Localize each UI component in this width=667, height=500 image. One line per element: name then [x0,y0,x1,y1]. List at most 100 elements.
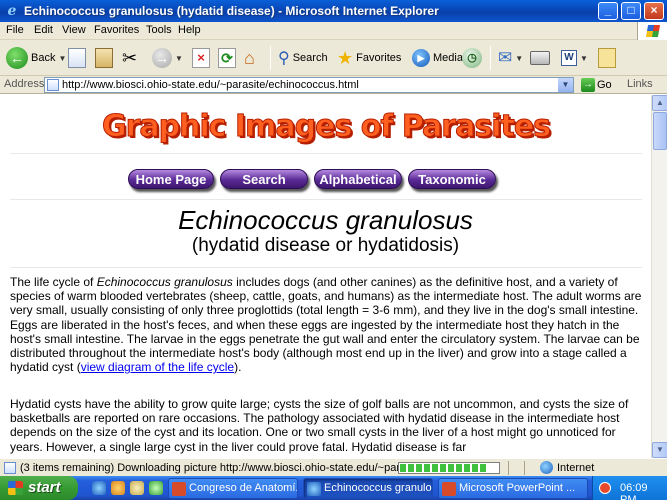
discuss-button[interactable] [598,44,616,72]
scroll-up-icon[interactable]: ▲ [652,95,667,111]
refresh-button[interactable]: ⟳ [218,44,236,72]
favorites-label: Favorites [356,52,402,64]
scroll-thumb[interactable] [653,112,667,150]
menu-tools[interactable]: Tools [146,24,172,36]
progress-fill [400,464,489,472]
life-cycle-diagram-link[interactable]: view diagram of the life cycle [81,360,234,374]
horizontal-rule [10,267,642,268]
address-url[interactable]: http://www.biosci.ohio-state.edu/~parasi… [62,79,359,91]
taskbar-item-powerpoint[interactable]: Microsoft PowerPoint ... [438,478,588,499]
history-button[interactable]: ◷ [462,44,482,72]
powerpoint-icon [172,482,186,496]
star-icon: ★ [337,47,354,68]
links-button[interactable]: Links [627,78,653,90]
mail-button[interactable]: ✉ ▼ [498,44,523,72]
page-title: Echinococcus granulosus [178,205,473,235]
menu-favorites[interactable]: Favorites [94,24,139,36]
printer-icon [530,51,550,65]
nav-search[interactable]: Search [220,169,308,189]
start-button[interactable]: start [0,476,78,500]
address-input[interactable]: http://www.biosci.ohio-state.edu/~parasi… [44,77,574,93]
search-icon: ⚲ [278,50,290,67]
quicklaunch-media-icon[interactable] [111,481,125,495]
internet-explorer-icon [307,482,321,496]
toolbar: ← Back ▼ ✂ → ▼ × ⟳ ⌂ ⚲ Search ★ Favorite… [0,40,667,76]
minimize-button[interactable]: _ [598,2,618,20]
horizontal-rule [10,153,642,154]
copy-button[interactable] [68,44,86,72]
go-label: Go [597,79,612,91]
title-bar: e Echinococcus granulosus (hydatid disea… [0,0,667,22]
horizontal-rule [10,199,642,200]
internet-explorer-icon: e [7,3,17,19]
print-button[interactable] [530,44,550,72]
quicklaunch-messenger-icon[interactable] [149,481,163,495]
text-run: The life cycle of [10,275,97,289]
taskbar-item-echinococcus[interactable]: Echinococcus granulo... [303,478,433,499]
favorites-button[interactable]: ★ Favorites [337,44,401,72]
nav-taxonomic[interactable]: Taxonomic [408,169,496,189]
taskbar-item-congreso[interactable]: Congreso de Anatomí... [168,478,298,499]
scissors-icon: ✂ [122,47,138,68]
go-arrow-icon: → [581,78,595,92]
edit-dropdown-icon[interactable]: ▼ [580,54,588,63]
nav-alphabetical[interactable]: Alphabetical [314,169,402,189]
text-run: ). [234,360,242,375]
home-icon: ⌂ [244,47,255,68]
edit-button[interactable]: W ▼ [561,44,588,72]
cut-button[interactable]: ✂ [122,44,137,72]
page-subtitle: (hydatid disease or hydatidosis) [191,235,460,256]
stop-button[interactable]: × [192,44,210,72]
taskbar-item-label: Congreso de Anatomí... [189,482,298,494]
back-button[interactable]: ← Back ▼ [6,44,66,72]
back-dropdown-icon[interactable]: ▼ [58,54,66,63]
start-label: start [28,479,61,496]
page-loading-icon [4,462,16,474]
security-zone: Internet [540,461,594,474]
hydatid-cyst-paragraph: Hydatid cysts have the ability to grow q… [10,397,629,454]
quicklaunch-desktop-icon[interactable] [130,481,144,495]
copy-icon [68,48,86,68]
taskbar-item-label: Echinococcus granulo... [324,482,433,494]
home-button[interactable]: ⌂ [244,44,255,72]
back-arrow-icon: ← [6,47,28,69]
taskbar-item-label: Microsoft PowerPoint ... [459,482,576,494]
forward-dropdown-icon[interactable]: ▼ [175,54,183,63]
menu-file[interactable]: File [6,24,24,36]
status-divider [508,461,509,475]
taskbar: start Congreso de Anatomí... Echinococcu… [0,476,667,500]
site-banner: Graphic Images of Parasites [101,109,551,145]
word-icon: W [561,50,577,66]
go-button[interactable]: → Go [581,78,612,92]
address-dropdown-icon[interactable]: ▼ [558,78,573,92]
life-cycle-paragraph: The life cycle of Echinococcus granulosu… [10,275,643,374]
menu-help[interactable]: Help [178,24,201,36]
close-button[interactable]: × [644,2,664,20]
menu-edit[interactable]: Edit [34,24,53,36]
nav-home-page[interactable]: Home Page [128,169,214,189]
status-bar: (3 items remaining) Downloading picture … [0,458,667,476]
window-title: Echinococcus granulosus (hydatid disease… [24,4,439,18]
quicklaunch-ie-icon[interactable] [92,481,106,495]
zone-label: Internet [557,461,595,474]
forward-button[interactable]: → ▼ [152,44,183,72]
media-button[interactable]: ▶ Media [412,44,463,72]
menu-view[interactable]: View [62,24,86,36]
paste-button[interactable] [95,44,113,72]
search-button[interactable]: ⚲ Search [278,44,328,72]
status-divider [524,461,525,475]
media-label: Media [433,52,463,64]
tray-status-icon[interactable] [599,482,611,494]
page-content: Graphic Images of Parasites Home Page Se… [0,95,651,458]
stop-icon: × [192,48,210,68]
scroll-down-icon[interactable]: ▼ [652,442,667,458]
maximize-button[interactable]: □ [621,2,641,20]
toolbar-separator [490,46,491,70]
windows-logo-icon [8,481,23,495]
powerpoint-icon [442,482,456,496]
vertical-scrollbar[interactable]: ▲ ▼ [651,95,667,458]
system-tray: 06:09 PM [592,476,667,500]
mail-dropdown-icon[interactable]: ▼ [515,54,523,63]
paste-icon [95,48,113,68]
history-icon: ◷ [462,48,482,68]
